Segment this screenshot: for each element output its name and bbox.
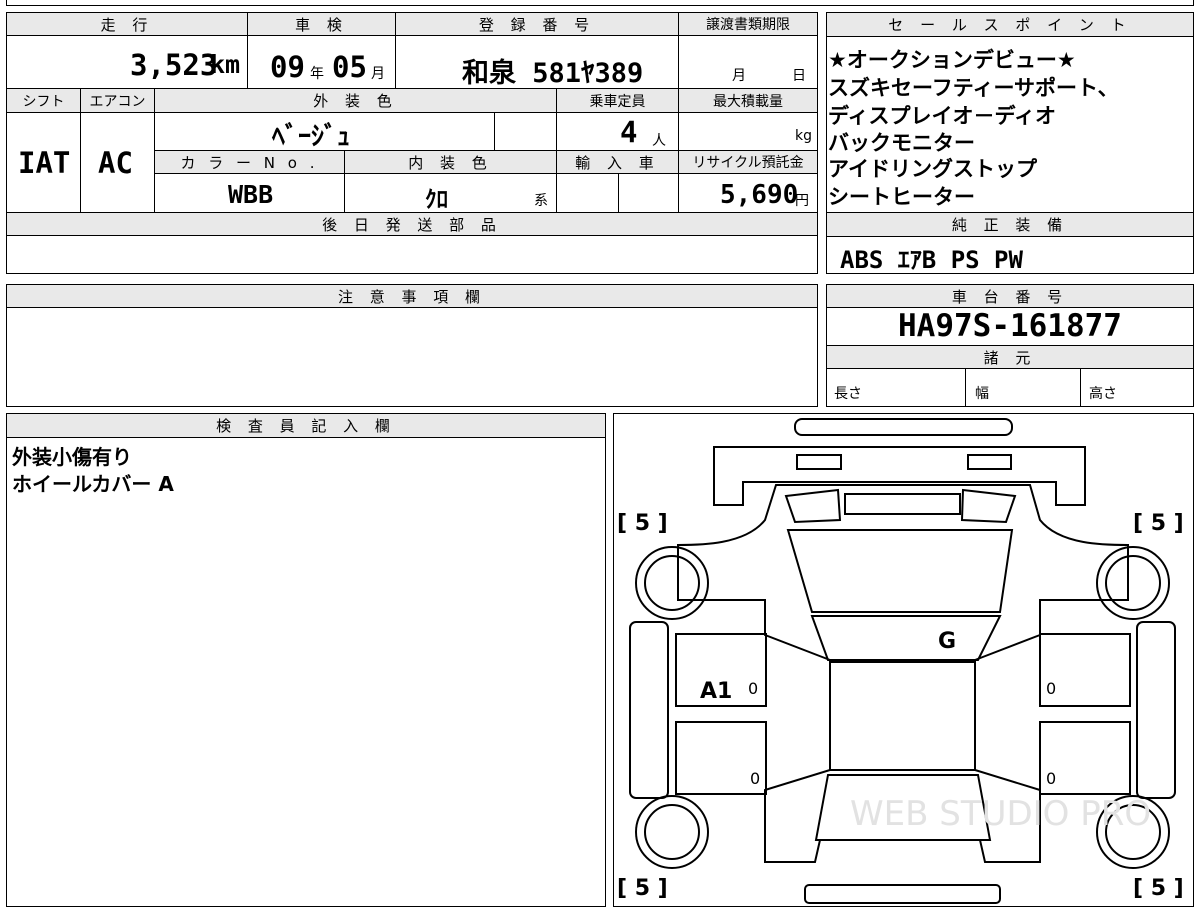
inspector-header: 検 査 員 記 入 欄 bbox=[6, 413, 606, 438]
interior-color-header: 内 装 色 bbox=[344, 150, 557, 174]
rear-bumper-shape bbox=[804, 884, 1001, 904]
registration-value: 和泉 581ﾔ389 bbox=[462, 58, 644, 89]
sales-point-line: シートヒーター bbox=[828, 185, 975, 209]
sill-left-shape bbox=[629, 621, 669, 799]
later-parts-header: 後 日 発 送 部 品 bbox=[6, 212, 818, 236]
seating-header: 乗車定員 bbox=[556, 88, 679, 113]
mileage-value: 3,523 bbox=[130, 48, 218, 82]
inspector-note: ホイールカバー A bbox=[12, 472, 174, 496]
sill-right-shape bbox=[1136, 621, 1176, 799]
notes-cell bbox=[6, 307, 818, 407]
recycle-deposit-unit: 円 bbox=[795, 193, 809, 209]
chassis-header: 車 台 番 号 bbox=[826, 284, 1194, 308]
color-number-value: WBB bbox=[228, 180, 274, 209]
inspection-header: 車 検 bbox=[247, 12, 396, 36]
grille-center-shape bbox=[844, 493, 961, 515]
import-cell-b bbox=[618, 173, 679, 213]
watermark-text: WEB STUDIO PRO bbox=[850, 794, 1151, 834]
exterior-color-value: ﾍﾞｰｼﾞｭ bbox=[272, 122, 351, 152]
month-unit: 月 bbox=[371, 66, 385, 82]
tire-rear-left-grade: [ 5 ] bbox=[617, 876, 668, 901]
grille-shape bbox=[960, 488, 1017, 524]
front-bumper-shape bbox=[794, 418, 1013, 436]
spec-length-label: 長さ bbox=[834, 386, 862, 402]
recycle-deposit-header: リサイクル預託金 bbox=[678, 150, 818, 174]
inspector-note: 外装小傷有り bbox=[12, 445, 132, 469]
mileage-header: 走 行 bbox=[6, 12, 248, 36]
import-cell-a bbox=[556, 173, 619, 213]
damage-mark-a1: A1 bbox=[700, 679, 732, 704]
sales-point-line: ディスプレイオ－ディオ bbox=[828, 104, 1057, 128]
year-unit: 年 bbox=[310, 66, 324, 82]
interior-color-cell bbox=[344, 173, 557, 213]
vehicle-diagram: WEB STUDIO PRO [ 5 ] [ 5 ] [ 5 ] [ 5 ] G… bbox=[617, 418, 1184, 904]
tire-front-left-shape bbox=[635, 546, 709, 620]
inspector-cell bbox=[6, 437, 606, 907]
zero-mark: 0 bbox=[1046, 769, 1056, 788]
color-number-header: カ ラ ー N o . bbox=[154, 150, 345, 174]
import-header: 輸 入 車 bbox=[556, 150, 679, 174]
recycle-deposit-value: 5,690 bbox=[720, 180, 799, 210]
spec-width-label: 幅 bbox=[975, 386, 989, 402]
headlight-right-shape bbox=[967, 454, 1012, 470]
tire-rear-right-grade: [ 5 ] bbox=[1133, 876, 1184, 901]
equipment-value: ABS ｴｱB PS PW bbox=[840, 246, 1023, 274]
max-load-header: 最大積載量 bbox=[678, 88, 818, 113]
vehicle-diagram-frame: WEB STUDIO PRO [ 5 ] [ 5 ] [ 5 ] [ 5 ] G… bbox=[613, 413, 1194, 907]
hood-shape bbox=[713, 446, 1086, 506]
damage-mark-g: G bbox=[938, 629, 956, 654]
sales-point-line: アイドリングストップ bbox=[828, 157, 1037, 181]
equipment-header: 純 正 装 備 bbox=[826, 212, 1194, 237]
ac-header: エアコン bbox=[80, 88, 155, 113]
transfer-month: 月 bbox=[732, 68, 746, 84]
transfer-day: 日 bbox=[792, 68, 806, 84]
notes-header: 注 意 事 項 欄 bbox=[6, 284, 818, 308]
roof-front-shape bbox=[810, 615, 1002, 661]
ac-value: AC bbox=[98, 146, 133, 180]
tire-front-right-inner-shape bbox=[1105, 555, 1161, 611]
exterior-color-header: 外 装 色 bbox=[154, 88, 557, 113]
max-load-unit: kg bbox=[795, 128, 812, 144]
top-strip bbox=[6, 0, 1194, 6]
tire-front-left-inner-shape bbox=[644, 555, 700, 611]
sales-points-header: セ ー ル ス ポ イ ン ト bbox=[826, 12, 1194, 37]
zero-mark: 0 bbox=[748, 679, 758, 698]
seating-unit: 人 bbox=[652, 133, 666, 149]
inspection-month: 05 bbox=[332, 50, 367, 84]
shift-value: IAT bbox=[18, 146, 71, 180]
registration-header: 登 録 番 号 bbox=[395, 12, 679, 36]
spec-height-label: 高さ bbox=[1089, 386, 1117, 402]
exterior-color-extra-cell bbox=[494, 112, 557, 151]
tire-rear-left-shape bbox=[635, 795, 709, 869]
interior-color-unit: 系 bbox=[534, 193, 548, 209]
zero-mark: 0 bbox=[1046, 679, 1056, 698]
tire-front-left-grade: [ 5 ] bbox=[617, 511, 668, 536]
tire-front-right-grade: [ 5 ] bbox=[1133, 511, 1184, 536]
specs-header: 諸 元 bbox=[826, 345, 1194, 369]
zero-mark: 0 bbox=[750, 769, 760, 788]
transfer-deadline-header: 譲渡書類期限 bbox=[678, 12, 818, 36]
seating-value: 4 bbox=[620, 115, 638, 149]
shift-header: シフト bbox=[6, 88, 81, 113]
grille-shape bbox=[784, 488, 842, 524]
tire-front-right-shape bbox=[1096, 546, 1170, 620]
tire-rear-left-inner-shape bbox=[644, 804, 700, 860]
headlight-left-shape bbox=[796, 454, 842, 470]
chassis-value: HA97S-161877 bbox=[898, 308, 1122, 344]
sales-point-line: スズキセーフティーサポート、 bbox=[828, 76, 1119, 100]
interior-color-value: ｸﾛ bbox=[425, 187, 448, 213]
roof-shape bbox=[829, 661, 976, 771]
mileage-unit: km bbox=[210, 50, 241, 79]
later-parts-cell bbox=[6, 235, 818, 274]
inspection-year: 09 bbox=[270, 50, 305, 84]
sales-point-line: ★オークションデビュー★ bbox=[828, 48, 1076, 72]
windshield-shape bbox=[786, 529, 1014, 613]
